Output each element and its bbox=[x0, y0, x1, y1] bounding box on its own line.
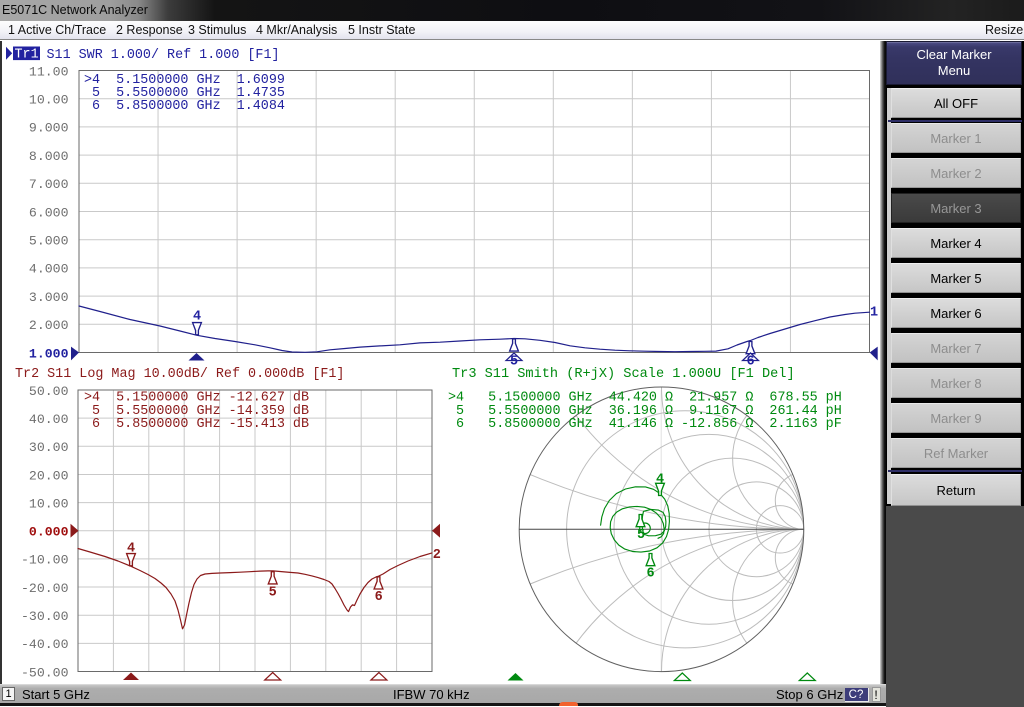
svg-text:5.000: 5.000 bbox=[29, 234, 69, 249]
svg-text:5: 5 bbox=[269, 585, 277, 600]
svg-text:8.000: 8.000 bbox=[29, 149, 69, 164]
svg-text:-10.00: -10.00 bbox=[21, 553, 69, 568]
svg-text:0.000: 0.000 bbox=[29, 525, 69, 540]
svg-text:50.00: 50.00 bbox=[29, 384, 69, 399]
svg-text:7.000: 7.000 bbox=[29, 177, 69, 192]
svg-text:Tr1: Tr1 bbox=[15, 48, 39, 63]
svg-text:2: 2 bbox=[433, 548, 441, 563]
svg-text:-50.00: -50.00 bbox=[21, 665, 69, 680]
svg-text:5: 5 bbox=[637, 528, 645, 543]
svg-text:9.000: 9.000 bbox=[29, 121, 69, 136]
svg-text:6 5.8500000 GHz -15.413 dB: 6 5.8500000 GHz -15.413 dB bbox=[84, 417, 309, 432]
svg-text:2.000: 2.000 bbox=[29, 318, 69, 333]
svg-text:6: 6 bbox=[646, 567, 654, 582]
svg-text:6.000: 6.000 bbox=[29, 205, 69, 220]
svg-text:6 5.8500000 GHz 41.146 Ω -1: 6 5.8500000 GHz 41.146 Ω -12.856 Ω 2.116… bbox=[448, 417, 842, 432]
svg-text:6: 6 bbox=[375, 590, 383, 605]
svg-text:-40.00: -40.00 bbox=[21, 637, 69, 652]
svg-text:-30.00: -30.00 bbox=[21, 609, 69, 624]
svg-text:4.000: 4.000 bbox=[29, 262, 69, 277]
svg-text:Tr2 S11 Log Mag 10.00dB/ Ref 0: Tr2 S11 Log Mag 10.00dB/ Ref 0.000dB [F1… bbox=[15, 367, 344, 382]
svg-text:Tr3 S11 Smith (R+jX) Scale 1.0: Tr3 S11 Smith (R+jX) Scale 1.000U [F1 De… bbox=[452, 367, 795, 382]
svg-text:30.00: 30.00 bbox=[29, 440, 69, 455]
svg-text:1: 1 bbox=[870, 305, 878, 320]
svg-text:20.00: 20.00 bbox=[29, 468, 69, 483]
svg-text:1.000: 1.000 bbox=[29, 346, 69, 361]
svg-text:6 5.8500000 GHz 1.4084: 6 5.8500000 GHz 1.4084 bbox=[84, 99, 285, 114]
svg-text:S11 SWR 1.000/ Ref 1.000 [F1]: S11 SWR 1.000/ Ref 1.000 [F1] bbox=[47, 48, 280, 63]
svg-text:40.00: 40.00 bbox=[29, 412, 69, 427]
svg-text:-20.00: -20.00 bbox=[21, 581, 69, 596]
svg-text:11.00: 11.00 bbox=[29, 64, 69, 79]
svg-text:10.00: 10.00 bbox=[29, 93, 69, 108]
svg-text:3.000: 3.000 bbox=[29, 290, 69, 305]
svg-text:10.00: 10.00 bbox=[29, 496, 69, 511]
